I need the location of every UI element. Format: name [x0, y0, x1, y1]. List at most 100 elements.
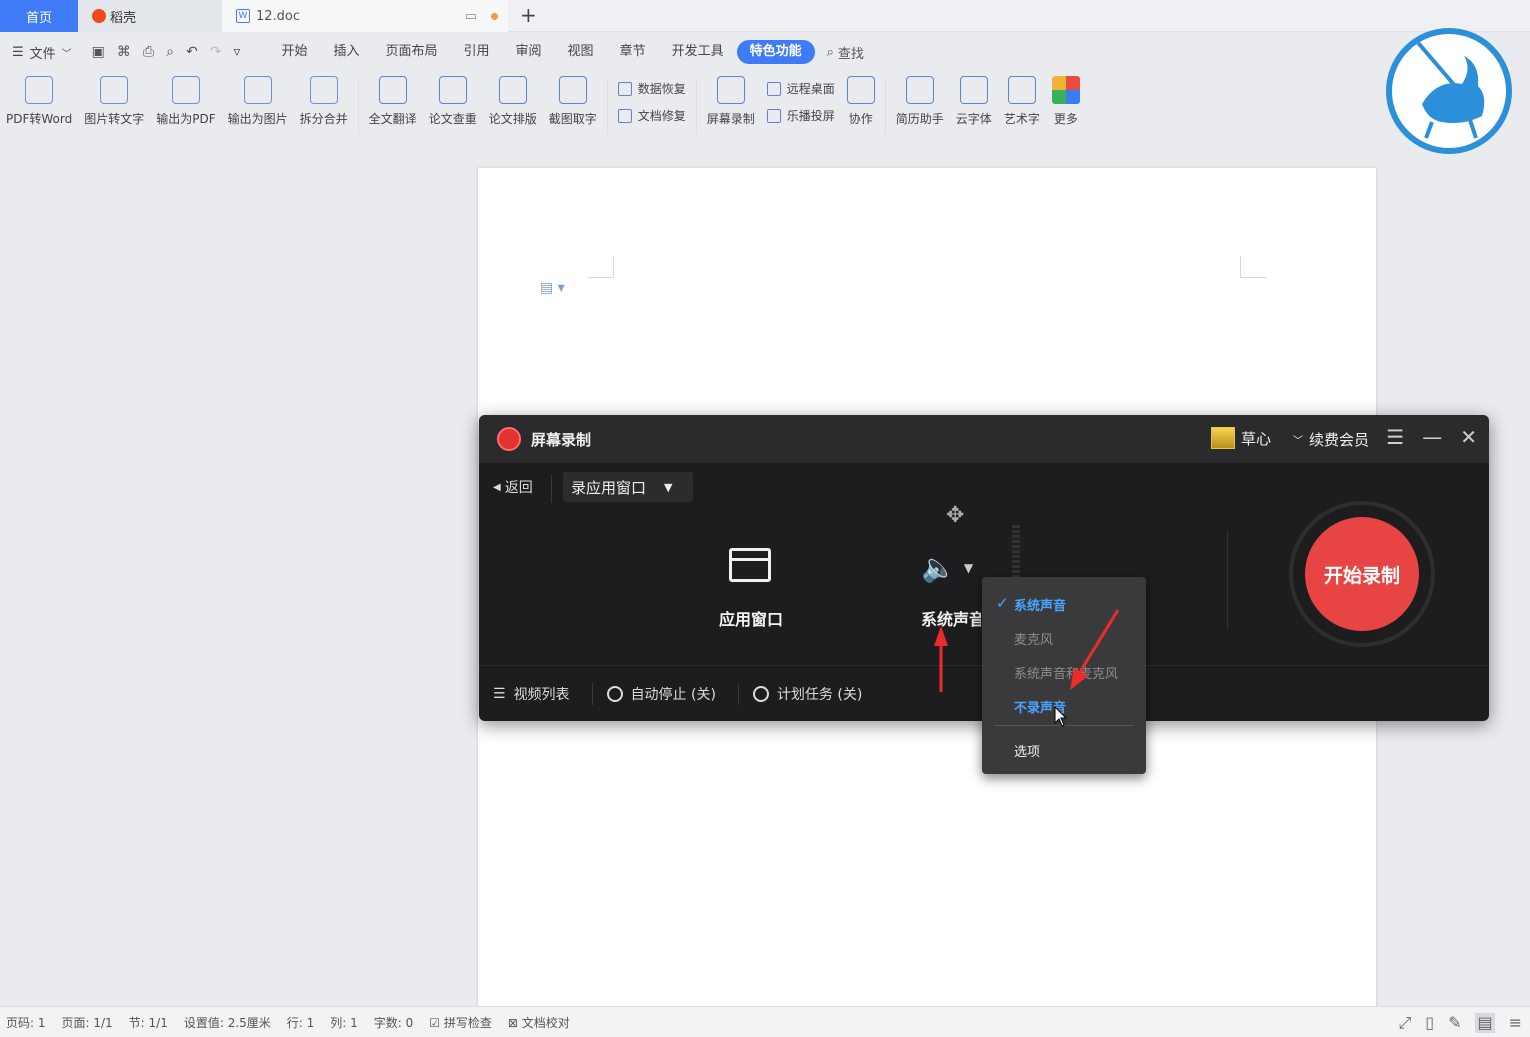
minimize-icon[interactable]: — — [1422, 425, 1442, 449]
menu-item-microphone[interactable]: 麦克风 — [1014, 629, 1053, 648]
screen-cast-label: 乐播投屏 — [786, 109, 835, 123]
redo-icon[interactable]: ↷ — [210, 44, 222, 60]
checkmark-icon: ✓ — [996, 594, 1009, 612]
data-recovery-button[interactable]: 数据恢复 — [617, 80, 686, 97]
tab-daoke[interactable]: 稻壳 — [78, 0, 222, 32]
print-preview-icon[interactable]: ⌕ — [166, 44, 174, 60]
spell-check-label: 拼写检查 — [443, 1015, 492, 1030]
menu-item-system-and-mic[interactable]: 系统声音和麦克风 — [1014, 663, 1118, 682]
fullscreen-icon[interactable]: ⤢ — [1398, 1013, 1411, 1033]
pdf-to-word-label: PDF转Word — [6, 112, 73, 126]
paper-check-button[interactable]: 论文查重 — [423, 72, 483, 131]
word-art-button[interactable]: 艺术字 — [998, 72, 1046, 131]
export-pdf-label: 输出为PDF — [156, 112, 216, 126]
screen-cast-button[interactable]: 乐播投屏 — [766, 107, 835, 124]
menu-tab-features[interactable]: 特色功能 — [736, 40, 815, 64]
menu-tab-chapter[interactable]: 章节 — [607, 40, 659, 64]
menu-bar: ☰ 文件 ﹀ ▣ ⌘ ⎙ ⌕ ↶ ↷ ▿ 开始 插入 页面布局 引用 审阅 视图… — [0, 34, 1380, 70]
menu-tab-reference[interactable]: 引用 — [451, 40, 503, 64]
tab-document[interactable]: W 12.doc ▭ — [222, 0, 508, 32]
doc-repair-button[interactable]: 文档修复 — [617, 107, 686, 124]
spell-check-button[interactable]: ☑ 拼写检查 — [429, 1014, 492, 1031]
screenshot-ocr-icon — [558, 76, 587, 104]
start-record-label: 开始录制 — [1323, 564, 1400, 587]
menu-tab-developer[interactable]: 开发工具 — [659, 40, 737, 64]
page-view-icon[interactable]: ▤ — [1475, 1013, 1495, 1033]
resume-helper-button[interactable]: 简历助手 — [890, 72, 950, 131]
image-to-text-button[interactable]: 图片转文字 — [78, 72, 150, 131]
new-tab-button[interactable]: + — [520, 3, 537, 27]
print-icon[interactable]: ⎙ — [143, 44, 154, 60]
screenshot-ocr-button[interactable]: 截图取字 — [543, 72, 603, 131]
scheduled-task-button[interactable]: 计划任务 (关) — [739, 684, 884, 704]
format-painter-icon[interactable]: ⌘ — [117, 44, 131, 60]
outline-view-icon[interactable]: ≡ — [1509, 1013, 1522, 1033]
start-record-button[interactable]: 开始录制 — [1305, 517, 1419, 631]
menu-icon[interactable]: ☰ — [1386, 425, 1404, 449]
export-image-button[interactable]: 输出为图片 — [222, 72, 294, 131]
monitor-icon[interactable]: ▭ — [465, 9, 477, 24]
edit-view-icon[interactable]: ✎ — [1448, 1013, 1461, 1033]
menu-item-system-sound[interactable]: 系统声音 — [1014, 595, 1066, 614]
split-merge-button[interactable]: 拆分合并 — [294, 72, 354, 131]
export-pdf-button[interactable]: 输出为PDF — [150, 72, 221, 131]
tab-home[interactable]: 首页 — [0, 0, 78, 32]
alarm-clock-icon — [606, 685, 623, 702]
move-icon[interactable]: ✥ — [946, 503, 964, 528]
user-account[interactable]: 草心 — [1211, 427, 1271, 449]
close-icon[interactable]: ✕ — [1460, 425, 1477, 449]
record-mode-select[interactable]: 录应用窗口 ▼ — [563, 472, 693, 502]
file-menu-button[interactable]: ☰ 文件 ﹀ — [12, 43, 72, 62]
user-name: 草心 — [1241, 429, 1272, 448]
collaborate-icon — [846, 76, 875, 104]
chevron-down-icon: ﹀ — [61, 48, 72, 60]
word-doc-icon: W — [236, 9, 250, 23]
menu-tab-review[interactable]: 审阅 — [503, 40, 555, 64]
clock-icon — [752, 685, 769, 702]
pdf-to-word-icon — [25, 76, 54, 104]
list-icon: ☰ — [493, 685, 506, 702]
menu-item-options[interactable]: 选项 — [1014, 741, 1040, 760]
caret-down-icon: ▼ — [963, 560, 974, 575]
menu-tab-start[interactable]: 开始 — [268, 40, 320, 64]
remote-desktop-button[interactable]: 远程桌面 — [766, 80, 835, 97]
renew-membership-button[interactable]: ﹀ 续费会员 — [1293, 429, 1369, 450]
export-image-icon — [243, 76, 272, 104]
menu-tab-insert[interactable]: 插入 — [320, 40, 372, 64]
undo-icon[interactable]: ↶ — [186, 44, 198, 60]
paragraph-options-icon[interactable]: ▤ ▾ — [540, 280, 565, 296]
cloud-font-button[interactable]: 云字体 — [950, 72, 998, 131]
reading-view-icon[interactable]: ▯ — [1425, 1013, 1434, 1033]
menu-tab-view[interactable]: 视图 — [555, 40, 607, 64]
recorder-titlebar[interactable]: 屏幕录制 草心 ﹀ 续费会员 ☰ — ✕ — [479, 415, 1489, 463]
screen-record-button[interactable]: 屏幕录制 — [701, 72, 761, 131]
more-button[interactable]: 更多 — [1046, 72, 1086, 131]
more-label: 更多 — [1053, 112, 1078, 126]
back-button[interactable]: ◀ 返回 — [493, 477, 533, 497]
audio-source-button[interactable]: 🔈 ▼ — [921, 551, 973, 584]
full-translate-button[interactable]: 全文翻译 — [363, 72, 423, 131]
tab-document-label: 12.doc — [256, 8, 301, 24]
proofread-label: 文档校对 — [521, 1015, 570, 1030]
search-button[interactable]: ⌕ 查找 — [815, 43, 876, 62]
collaborate-button[interactable]: 协作 — [841, 72, 881, 131]
video-list-button[interactable]: ☰ 视频列表 — [479, 684, 592, 704]
menu-tab-layout[interactable]: 页面布局 — [372, 40, 450, 64]
scheduled-task-label: 计划任务 (关) — [776, 686, 863, 703]
screen-record-icon — [716, 76, 745, 104]
auto-stop-button[interactable]: 自动停止 (关) — [593, 684, 738, 704]
mouse-cursor-icon — [1054, 705, 1068, 732]
recovery-group: 数据恢复 文档修复 — [612, 72, 692, 132]
paper-layout-button[interactable]: 论文排版 — [483, 72, 543, 131]
customize-icon[interactable]: ▿ — [233, 44, 240, 60]
search-label: 查找 — [837, 46, 864, 62]
app-window-icon[interactable] — [729, 548, 771, 582]
cloud-font-label: 云字体 — [955, 112, 992, 126]
video-list-label: 视频列表 — [513, 686, 570, 703]
screen-cast-icon — [766, 108, 781, 123]
status-word-count[interactable]: 字数: 0 — [374, 1014, 414, 1031]
save-icon[interactable]: ▣ — [92, 44, 105, 60]
pdf-to-word-button[interactable]: PDF转Word — [0, 72, 78, 131]
proofread-button[interactable]: ⊠ 文档校对 — [508, 1014, 570, 1031]
chevron-down-icon: ﹀ — [1293, 436, 1303, 447]
